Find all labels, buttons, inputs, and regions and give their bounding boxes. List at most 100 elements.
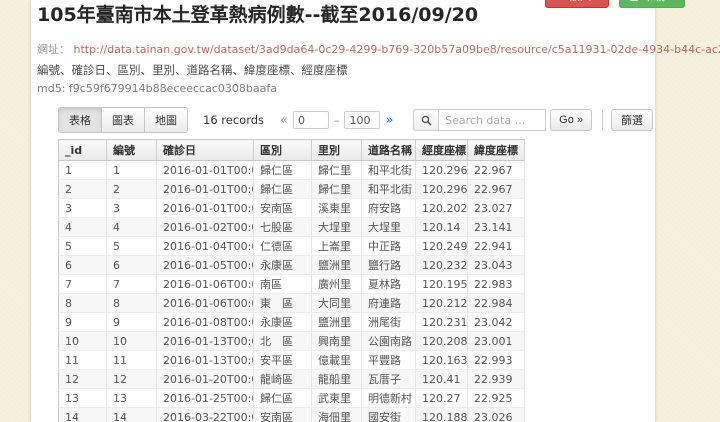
table-cell[interactable]: 120.188 bbox=[415, 407, 468, 422]
table-cell[interactable]: 120.163 bbox=[415, 350, 468, 370]
table-cell[interactable]: 武東里 bbox=[311, 388, 362, 408]
table-cell[interactable]: 廣州里 bbox=[311, 274, 362, 294]
table-cell[interactable]: 7 bbox=[58, 274, 107, 294]
table-cell[interactable]: 歸仁區 bbox=[253, 160, 312, 180]
next-page-button[interactable]: » bbox=[385, 113, 393, 128]
table-cell[interactable]: 2016-01-02T00:00:00 bbox=[156, 217, 254, 237]
table-cell[interactable]: 永康區 bbox=[253, 312, 312, 332]
table-cell[interactable]: 永康區 bbox=[253, 255, 312, 275]
table-cell[interactable]: 歸仁里 bbox=[311, 179, 362, 199]
table-cell[interactable]: 興南里 bbox=[311, 331, 362, 351]
table-cell[interactable]: 夏林路 bbox=[361, 274, 416, 294]
table-cell[interactable]: 7 bbox=[106, 274, 157, 294]
table-cell[interactable]: 22.993 bbox=[467, 350, 525, 370]
table-cell[interactable]: 2 bbox=[58, 179, 107, 199]
table-cell[interactable]: 6 bbox=[58, 255, 107, 275]
table-cell[interactable]: 歸仁里 bbox=[311, 160, 362, 180]
tab-地圖[interactable]: 地圖 bbox=[144, 107, 188, 133]
table-cell[interactable]: 120.296 bbox=[415, 160, 468, 180]
table-cell[interactable]: 23.026 bbox=[467, 407, 525, 422]
table-cell[interactable]: 龍船里 bbox=[311, 369, 362, 389]
table-cell[interactable]: 2016-01-13T00:00:00 bbox=[156, 350, 254, 370]
table-cell[interactable]: 22.967 bbox=[467, 179, 525, 199]
table-cell[interactable]: 9 bbox=[58, 312, 107, 332]
table-cell[interactable]: 安平區 bbox=[253, 350, 312, 370]
table-cell[interactable]: 11 bbox=[58, 350, 107, 370]
table-cell[interactable]: 13 bbox=[58, 388, 107, 408]
table-cell[interactable]: 歸仁區 bbox=[253, 179, 312, 199]
table-cell[interactable]: 2016-01-05T00:00:00 bbox=[156, 255, 254, 275]
prev-page-button[interactable]: « bbox=[280, 113, 288, 128]
table-cell[interactable]: 120.208 bbox=[415, 331, 468, 351]
table-cell[interactable]: 東 區 bbox=[253, 293, 312, 313]
table-cell[interactable]: 億載里 bbox=[311, 350, 362, 370]
column-header[interactable]: 經度座標 bbox=[415, 139, 468, 161]
table-cell[interactable]: 5 bbox=[58, 236, 107, 256]
download-button[interactable]: 下載 bbox=[619, 0, 685, 8]
table-cell[interactable]: 公園南路 bbox=[361, 331, 416, 351]
table-cell[interactable]: 2016-01-20T00:00:00 bbox=[156, 369, 254, 389]
table-cell[interactable]: 22.984 bbox=[467, 293, 525, 313]
column-header[interactable]: 區別 bbox=[253, 139, 312, 161]
column-header[interactable]: 里別 bbox=[311, 139, 362, 161]
table-cell[interactable]: 大埕里 bbox=[311, 217, 362, 237]
table-cell[interactable]: 2016-01-04T00:00:00 bbox=[156, 236, 254, 256]
table-cell[interactable]: 10 bbox=[106, 331, 157, 351]
table-cell[interactable]: 23.001 bbox=[467, 331, 525, 351]
table-cell[interactable]: 12 bbox=[58, 369, 107, 389]
table-cell[interactable]: 120.41 bbox=[415, 369, 468, 389]
table-cell[interactable]: 9 bbox=[106, 312, 157, 332]
table-cell[interactable]: 14 bbox=[106, 407, 157, 422]
table-cell[interactable]: 安南區 bbox=[253, 198, 312, 218]
search-go-button[interactable]: Go » bbox=[550, 109, 592, 131]
table-cell[interactable]: 120.212 bbox=[415, 293, 468, 313]
table-cell[interactable]: 2016-03-22T00:00:00 bbox=[156, 407, 254, 422]
tab-表格[interactable]: 表格 bbox=[58, 107, 102, 133]
table-cell[interactable]: 2 bbox=[106, 179, 157, 199]
table-cell[interactable]: 120.195 bbox=[415, 274, 468, 294]
tab-圖表[interactable]: 圖表 bbox=[101, 107, 145, 133]
table-cell[interactable]: 120.27 bbox=[415, 388, 468, 408]
table-cell[interactable]: 4 bbox=[106, 217, 157, 237]
table-cell[interactable]: 13 bbox=[106, 388, 157, 408]
table-cell[interactable]: 120.14 bbox=[415, 217, 468, 237]
table-cell[interactable]: 22.939 bbox=[467, 369, 525, 389]
embed-button[interactable]: 嵌入 bbox=[545, 0, 609, 8]
table-cell[interactable]: 1 bbox=[58, 160, 107, 180]
table-cell[interactable]: 8 bbox=[106, 293, 157, 313]
table-cell[interactable]: 22.925 bbox=[467, 388, 525, 408]
table-cell[interactable]: 120.249 bbox=[415, 236, 468, 256]
table-cell[interactable]: 2016-01-01T00:00:00 bbox=[156, 160, 254, 180]
table-cell[interactable]: 府安路 bbox=[361, 198, 416, 218]
table-cell[interactable]: 2016-01-08T00:00:00 bbox=[156, 312, 254, 332]
table-cell[interactable]: 七股區 bbox=[253, 217, 312, 237]
table-cell[interactable]: 23.141 bbox=[467, 217, 525, 237]
table-cell[interactable]: 23.027 bbox=[467, 198, 525, 218]
table-cell[interactable]: 2016-01-01T00:00:00 bbox=[156, 198, 254, 218]
table-cell[interactable]: 3 bbox=[106, 198, 157, 218]
table-cell[interactable]: 平豐路 bbox=[361, 350, 416, 370]
column-header[interactable]: 確診日 bbox=[156, 139, 254, 161]
search-input[interactable] bbox=[438, 109, 547, 131]
table-cell[interactable]: 11 bbox=[106, 350, 157, 370]
resource-url-link[interactable]: http://data.tainan.gov.tw/dataset/3ad9da… bbox=[74, 43, 720, 56]
table-cell[interactable]: 23.043 bbox=[467, 255, 525, 275]
table-cell[interactable]: 2016-01-06T00:00:00 bbox=[156, 274, 254, 294]
filter-button[interactable]: 篩選 bbox=[611, 109, 653, 131]
table-cell[interactable]: 2016-01-25T00:00:00 bbox=[156, 388, 254, 408]
table-cell[interactable]: 120.232 bbox=[415, 255, 468, 275]
table-cell[interactable]: 歸仁區 bbox=[253, 388, 312, 408]
table-cell[interactable]: 鹽洲里 bbox=[311, 255, 362, 275]
table-cell[interactable]: 南區 bbox=[253, 274, 312, 294]
table-cell[interactable]: 龍崎區 bbox=[253, 369, 312, 389]
column-header[interactable]: 緯度座標 bbox=[467, 139, 525, 161]
table-cell[interactable]: 4 bbox=[58, 217, 107, 237]
table-cell[interactable]: 大同里 bbox=[311, 293, 362, 313]
table-cell[interactable]: 2016-01-06T00:00:00 bbox=[156, 293, 254, 313]
table-cell[interactable]: 120.296 bbox=[415, 179, 468, 199]
table-cell[interactable]: 府連路 bbox=[361, 293, 416, 313]
table-cell[interactable]: 22.941 bbox=[467, 236, 525, 256]
column-header[interactable]: 編號 bbox=[106, 139, 157, 161]
table-cell[interactable]: 3 bbox=[58, 198, 107, 218]
table-cell[interactable]: 明德新村 bbox=[361, 388, 416, 408]
